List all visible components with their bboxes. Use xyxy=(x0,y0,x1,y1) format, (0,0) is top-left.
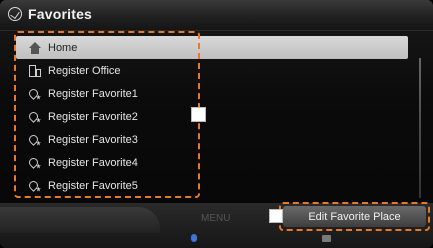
list-scroll-track xyxy=(419,58,421,198)
edit-marker-box xyxy=(269,209,283,223)
title-bar: Favorites xyxy=(0,0,433,31)
list-marker-box xyxy=(191,107,206,122)
bluetooth-indicator-icon xyxy=(191,234,197,242)
list-highlight-outline xyxy=(14,31,200,198)
status-indicator-icon xyxy=(322,235,331,242)
favorites-icon xyxy=(8,7,22,21)
page-title: Favorites xyxy=(28,6,93,22)
back-tab[interactable] xyxy=(0,207,160,233)
menu-label: MENU xyxy=(201,213,231,224)
edit-favorite-place-button[interactable]: Edit Favorite Place xyxy=(283,206,426,227)
edit-favorite-place-label: Edit Favorite Place xyxy=(308,210,401,223)
favorites-screen: Favorites Home Register Office Register … xyxy=(0,0,433,248)
